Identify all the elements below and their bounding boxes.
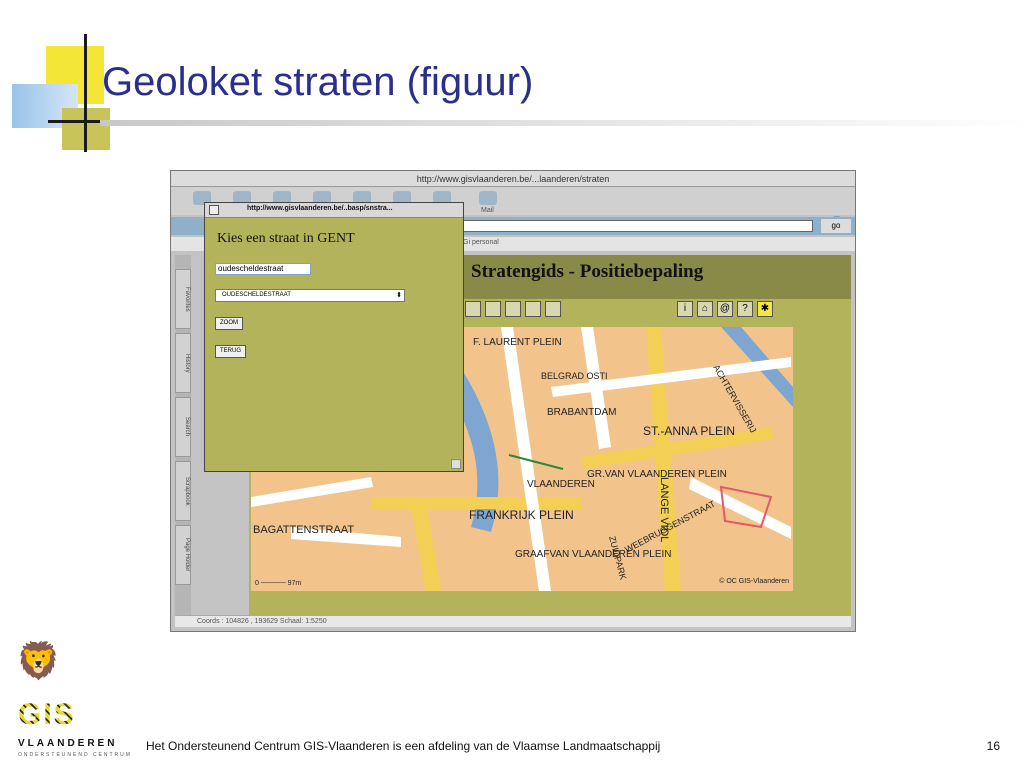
map-label: F. LAURENT PLEIN <box>473 337 562 348</box>
map-label: BRABANTDAM <box>547 407 616 418</box>
mail-label: Mail <box>481 207 494 214</box>
map-label: GR.VAN VLAANDEREN PLEIN <box>587 469 727 480</box>
status-bar: Coords : 104826 , 193629 Schaal: 1:5250 <box>175 615 851 627</box>
sidebar-tab-favorites[interactable]: Favorites <box>175 269 191 329</box>
map-copyright: © OC GIS-Vlaanderen <box>719 578 789 585</box>
gis-logo-name: VLAANDEREN <box>18 738 118 749</box>
map-label: BELGRAD OSTI <box>541 371 608 381</box>
page-heading: Stratengids - Positiebepaling <box>471 261 704 282</box>
street-select-value: OUDESCHELDESTRAAT <box>222 292 291 298</box>
info-icon[interactable]: i <box>677 301 693 317</box>
gis-logo-subtitle: ONDERSTEUNEND CENTRUM <box>18 752 132 758</box>
street-select[interactable]: OUDESCHELDESTRAAT ⬍ <box>215 289 405 302</box>
zoom-button[interactable]: ZOOM <box>215 317 243 330</box>
resize-handle-icon[interactable] <box>451 459 461 469</box>
map-label: ST.-ANNA PLEIN <box>643 424 735 438</box>
sidebar-tab-history[interactable]: History <box>175 333 191 393</box>
window-controls-icon[interactable] <box>439 205 459 215</box>
home-map-icon[interactable]: ⌂ <box>697 301 713 317</box>
sidebar-tab-page-holder[interactable]: Page Holder <box>175 525 191 585</box>
address-input[interactable] <box>461 220 813 232</box>
mail-icon[interactable] <box>479 191 497 205</box>
favorites-item[interactable]: Gi personal <box>463 239 499 246</box>
street-input[interactable]: oudescheldestraat <box>215 263 311 275</box>
map-label: GRAAFVAN VLAANDEREN PLEIN <box>515 549 672 560</box>
walker-icon[interactable]: ✱ <box>757 301 773 317</box>
scale-end: 97m <box>287 580 302 587</box>
flemish-lion-icon: 🦁 <box>16 640 61 681</box>
overview-icon[interactable] <box>525 301 541 317</box>
popup-url: http://www.gisvlaanderen.be/..basp/snstr… <box>247 205 393 212</box>
street-search-popup: http://www.gisvlaanderen.be/..basp/snstr… <box>204 202 464 472</box>
window-title-url: http://www.gisvlaanderen.be/...laanderen… <box>171 171 855 187</box>
legend-icon[interactable] <box>505 301 521 317</box>
help-icon[interactable]: ? <box>737 301 753 317</box>
popup-titlebar: http://www.gisvlaanderen.be/..basp/snstr… <box>205 203 463 218</box>
contact-icon[interactable]: @ <box>717 301 733 317</box>
page-number: 16 <box>986 739 1000 753</box>
sidebar-tab-scrapbook[interactable]: Scrapbook <box>175 461 191 521</box>
close-icon[interactable] <box>209 205 219 215</box>
map-label: LANGE VIOL <box>658 477 670 542</box>
sidebar-tab-search[interactable]: Search <box>175 397 191 457</box>
footer-text: Het Ondersteunend Centrum GIS-Vlaanderen… <box>146 739 661 753</box>
pan-icon[interactable] <box>465 301 481 317</box>
scale-start: 0 <box>255 580 259 587</box>
slide-title: Geoloket straten (figuur) <box>102 60 534 104</box>
gis-logo: GIS <box>18 698 76 731</box>
layers-icon[interactable] <box>485 301 501 317</box>
decor-line-vertical <box>84 34 87 152</box>
terug-button[interactable]: TERUG <box>215 345 246 358</box>
map-label: VLAANDEREN <box>527 479 595 490</box>
map-scale-bar: 0 ───── 97m <box>255 580 302 587</box>
map-label: BAGATTENSTRAAT <box>253 524 354 536</box>
select-arrows-icon: ⬍ <box>396 292 402 299</box>
title-rule <box>100 120 1024 126</box>
print-map-icon[interactable] <box>545 301 561 317</box>
go-button[interactable]: go <box>821 219 851 233</box>
map-label: FRANKRIJK PLEIN <box>469 508 574 522</box>
explorer-sidebar: Favorites History Search Scrapbook Page … <box>175 255 191 623</box>
popup-heading: Kies een straat in GENT <box>217 231 355 246</box>
